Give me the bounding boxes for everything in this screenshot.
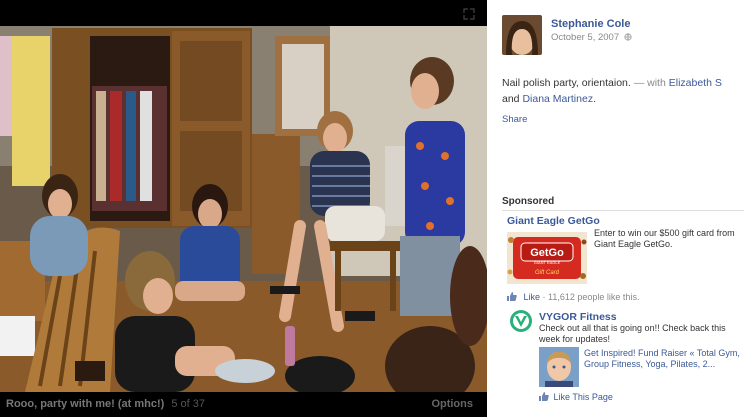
gift-card-image: GetGo GIANT EAGLE Gift Card — [507, 232, 587, 284]
divider — [502, 210, 744, 211]
ad-giant-eagle-like-button[interactable]: Like — [524, 292, 541, 302]
post-date-text: October 5, 2007 — [551, 32, 620, 43]
vygor-logo-image — [510, 310, 532, 332]
post-period: . — [593, 93, 596, 105]
ad-vygor-like-label: Like This Page — [553, 392, 613, 402]
author-name[interactable]: Stephanie Cole — [551, 18, 630, 30]
avatar[interactable] — [502, 15, 542, 55]
globe-icon — [624, 33, 632, 41]
ad-giant-eagle-title[interactable]: Giant Eagle GetGo — [507, 215, 600, 227]
ad-vygor-link-text[interactable]: Get Inspired! Fund Raiser « Total Gym, G… — [584, 348, 740, 370]
ad-giant-eagle-like-row: Like · 11,612 people like this. — [507, 292, 639, 302]
avatar-image — [502, 15, 542, 55]
post-text: Nail polish party, orientaion. — with El… — [502, 75, 742, 107]
photo-image — [0, 26, 487, 392]
and-word: and — [502, 93, 520, 105]
ad-giant-eagle-body: Enter to win our $500 gift card from Gia… — [594, 228, 735, 249]
viewer-topbar — [0, 0, 487, 26]
tagged-person-2[interactable]: Diana Martinez — [522, 93, 593, 105]
caption-text: Rooo, party with me! (at mhc!) — [6, 398, 165, 410]
ad-giant-eagle-like-count: · 11,612 people like this. — [542, 292, 640, 302]
card-label-text: Gift Card — [535, 270, 560, 276]
sponsored-heading: Sponsored — [502, 196, 555, 207]
post-message: Nail polish party, orientaion. — [502, 77, 631, 89]
thumbs-up-icon — [539, 392, 549, 401]
photo[interactable] — [0, 26, 487, 392]
post-date[interactable]: October 5, 2007 — [551, 32, 632, 43]
tagged-person-1[interactable]: Elizabeth S — [669, 77, 722, 89]
ad-vygor-thumbnail[interactable] — [539, 347, 579, 387]
options-button[interactable]: Options — [431, 398, 473, 410]
ad-vygor-like-page[interactable]: Like This Page — [539, 392, 613, 402]
thumbs-up-icon — [507, 292, 517, 301]
post-panel: Stephanie Cole October 5, 2007 Nail poli… — [487, 0, 744, 417]
vygor-logo-icon[interactable] — [509, 309, 533, 333]
card-sub-text: GIANT EAGLE — [534, 260, 561, 265]
photo-counter: 5 of 37 — [171, 398, 205, 410]
expand-icon[interactable] — [463, 8, 475, 20]
with-prefix: — with — [633, 77, 666, 89]
viewer-bottombar: Rooo, party with me! (at mhc!) 5 of 37 O… — [0, 392, 487, 417]
child-photo — [539, 347, 579, 387]
ad-vygor-body: Check out all that is going on!! Check b… — [539, 323, 726, 344]
photo-viewer: Rooo, party with me! (at mhc!) 5 of 37 O… — [0, 0, 487, 417]
photo-caption: Rooo, party with me! (at mhc!) 5 of 37 — [6, 398, 205, 410]
share-link[interactable]: Share — [502, 114, 527, 125]
ad-giant-eagle-image[interactable]: GetGo GIANT EAGLE Gift Card — [507, 232, 587, 284]
card-logo-text: GetGo — [530, 247, 564, 259]
ad-vygor-title[interactable]: VYGOR Fitness — [539, 311, 617, 323]
